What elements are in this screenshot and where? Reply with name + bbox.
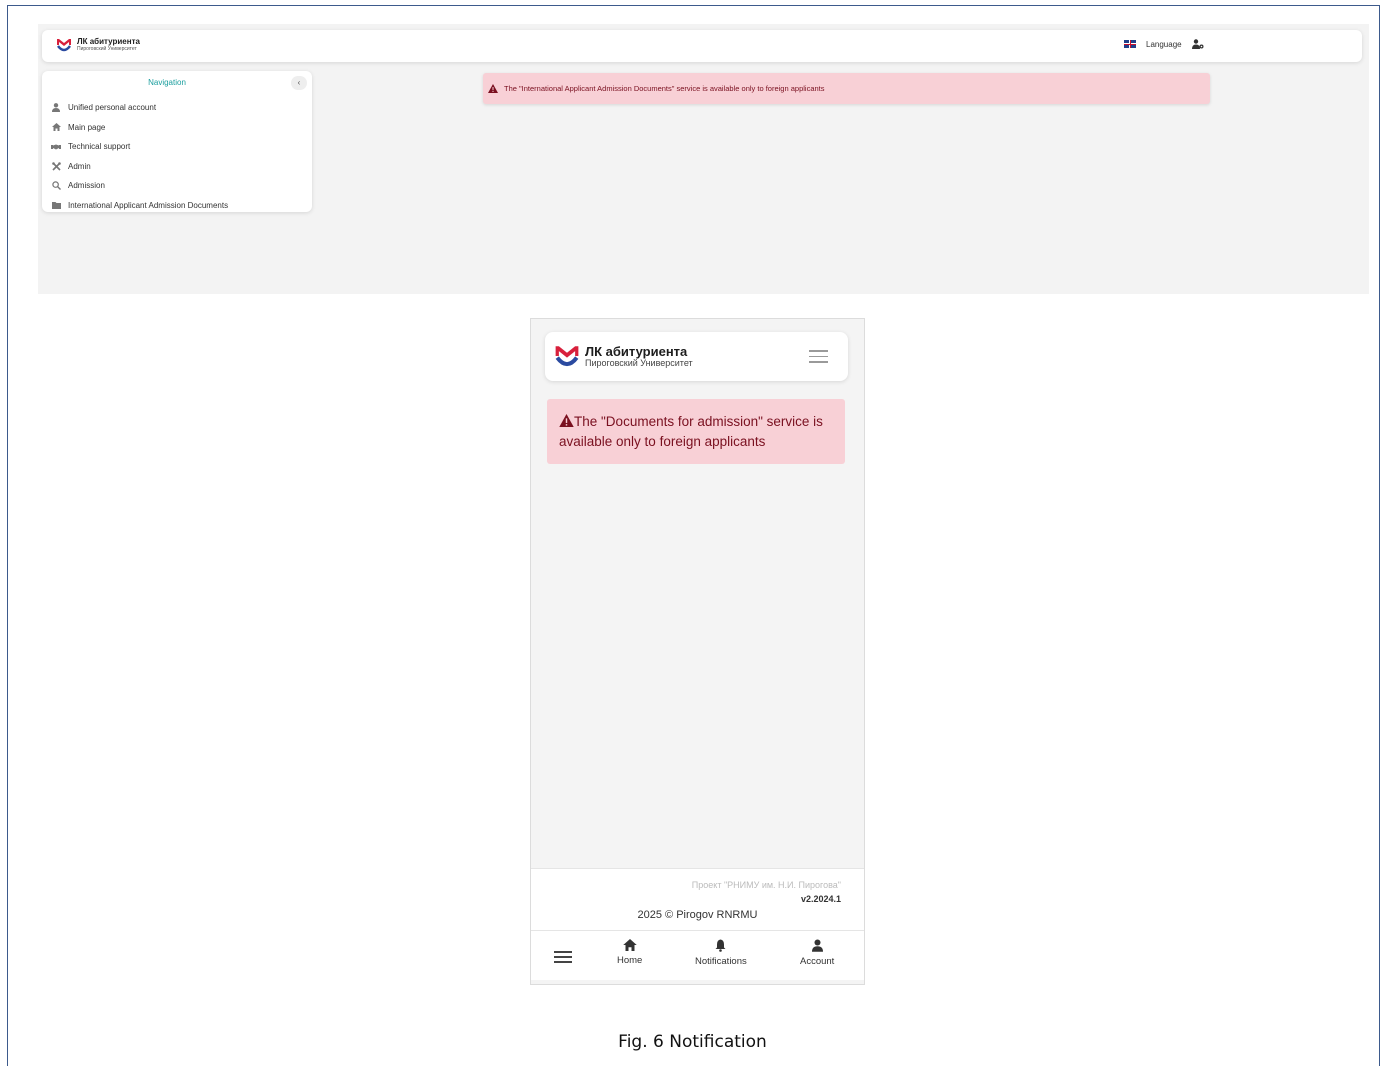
- mobile-alert-text: The "Documents for admission" service is…: [559, 414, 823, 449]
- bottom-navigation: Home Notifications Account: [531, 930, 864, 980]
- nav-item-label: Unified personal account: [68, 103, 157, 113]
- footer-version: v2.2024.1: [800, 894, 841, 904]
- mobile-screenshot: ЛК абитуриента Пироговский Университет T…: [530, 318, 865, 985]
- bell-icon: [715, 939, 726, 952]
- folder-icon: [51, 200, 61, 210]
- warning-icon: [559, 414, 574, 427]
- desktop-header: ЛК абитуриента Пироговский Университет L…: [42, 30, 1362, 62]
- logo-subtitle: Пироговский Университет: [77, 46, 137, 52]
- search-icon: [51, 181, 61, 191]
- collapse-nav-button[interactable]: ‹: [291, 76, 307, 90]
- header-right: Language: [1124, 39, 1204, 49]
- bottom-nav-account-label: Account: [800, 956, 835, 967]
- user-settings-icon[interactable]: [1191, 39, 1204, 49]
- nav-item-label: International Applicant Admission Docume…: [68, 200, 229, 210]
- logo-subtitle: Пироговский Университет: [585, 357, 693, 368]
- nav-item-main-page[interactable]: Main page: [51, 118, 228, 138]
- desktop-alert: The "International Applicant Admission D…: [483, 73, 1210, 104]
- nav-item-label: Main page: [68, 122, 106, 132]
- university-logo-icon: [57, 39, 71, 52]
- nav-item-international-documents[interactable]: International Applicant Admission Docume…: [51, 196, 228, 216]
- bottom-nav-home[interactable]: Home: [617, 939, 642, 966]
- mobile-header: ЛК абитуриента Пироговский Университет: [545, 332, 848, 381]
- figure-caption: Fig. 6 Notification: [618, 1032, 767, 1052]
- desktop-screenshot: ЛК абитуриента Пироговский Университет L…: [38, 24, 1369, 294]
- mobile-logo[interactable]: ЛК абитуриента Пироговский Университет: [554, 344, 693, 368]
- bottom-nav-account[interactable]: Account: [800, 939, 834, 967]
- footer-project: Проект "РНИМУ им. Н.И. Пирогова": [691, 880, 841, 890]
- warning-icon: [488, 84, 498, 93]
- uk-flag-icon[interactable]: [1124, 40, 1136, 48]
- navigation-panel: Navigation ‹ Unified personal account Ma…: [42, 71, 312, 212]
- nav-item-unified-account[interactable]: Unified personal account: [51, 98, 228, 118]
- bottom-nav-notifications-label: Notifications: [695, 956, 747, 967]
- user-icon: [51, 103, 61, 113]
- nav-item-label: Admin: [68, 161, 91, 171]
- nav-item-label: Admission: [68, 181, 105, 191]
- tools-icon: [51, 161, 61, 171]
- footer-copyright: 2025 © Pirogov RNRMU: [637, 909, 758, 921]
- nav-item-technical-support[interactable]: Technical support: [51, 137, 228, 157]
- navigation-title: Navigation: [148, 78, 186, 87]
- bottom-nav-notifications[interactable]: Notifications: [695, 939, 747, 967]
- home-icon: [622, 939, 637, 951]
- university-logo-icon: [555, 346, 579, 367]
- logo-title: ЛК абитуриента: [585, 343, 688, 359]
- language-button[interactable]: Language: [1146, 40, 1182, 49]
- handshake-icon: [51, 142, 61, 152]
- home-icon: [51, 122, 61, 132]
- bottom-nav-home-label: Home: [617, 955, 643, 966]
- desktop-alert-text: The "International Applicant Admission D…: [504, 84, 825, 93]
- hamburger-menu-icon[interactable]: [809, 350, 828, 364]
- navigation-list: Unified personal account Main page Techn…: [51, 98, 228, 215]
- nav-item-admission[interactable]: Admission: [51, 176, 228, 196]
- nav-item-admin[interactable]: Admin: [51, 157, 228, 177]
- nav-item-label: Technical support: [68, 142, 131, 152]
- mobile-footer: Проект "РНИМУ им. Н.И. Пирогова" v2.2024…: [531, 868, 864, 930]
- user-icon: [811, 939, 823, 952]
- hamburger-menu-icon[interactable]: [554, 951, 572, 964]
- desktop-logo[interactable]: ЛК абитуриента Пироговский Университет: [56, 38, 140, 52]
- mobile-alert: The "Documents for admission" service is…: [547, 399, 845, 464]
- logo-title: ЛК абитуриента: [77, 37, 140, 46]
